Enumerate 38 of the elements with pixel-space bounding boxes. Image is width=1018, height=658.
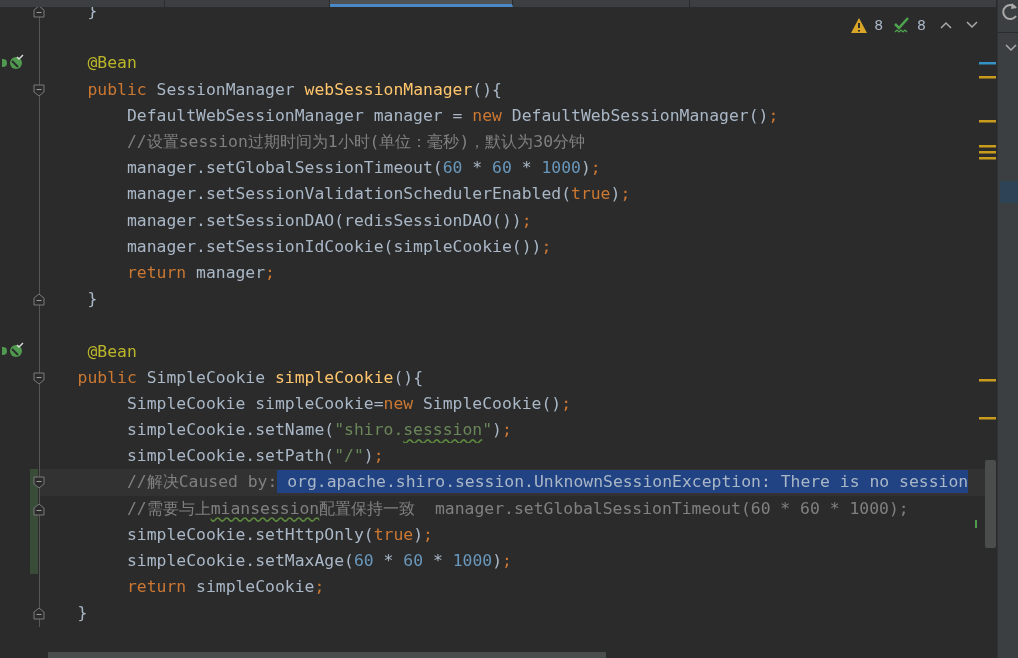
code-line: //解决Caused by: org.apache.shiro.session.UnknownSessionException: There is no session (125, 471, 969, 494)
code-line: DefaultWebSessionManager manager = new DefaultWebSessionManager(); (125, 104, 779, 127)
code-line: @Bean (86, 340, 137, 363)
code-line: manager.setSessionValidationSchedulerEnabled(true); (125, 183, 631, 206)
code-line: return simpleCookie; (125, 576, 325, 599)
code-line: @Bean (86, 52, 137, 75)
code-line: //设置session过期时间为1小时(单位：毫秒)，默认为30分钟 (125, 131, 586, 154)
bean-gutter-icon[interactable] (2, 54, 24, 71)
fold-marker-icon[interactable] (33, 607, 45, 621)
horizontal-scrollbar-thumb[interactable] (48, 652, 606, 658)
code-line: } (86, 288, 98, 311)
code-line: public SessionManager webSessionManager(){ (86, 78, 502, 101)
code-line: simpleCookie.setHttpOnly(true); (125, 523, 433, 546)
code-line: return manager; (125, 261, 275, 284)
code-line: manager.setSessionIdCookie(simpleCookie()); (125, 235, 552, 258)
bean-gutter-icon[interactable] (2, 342, 24, 359)
code-line: SimpleCookie simpleCookie=new SimpleCookie(); (125, 392, 572, 415)
fold-marker-icon[interactable] (33, 83, 45, 97)
code-line: simpleCookie.setMaxAge(60 * 60 * 1000); (125, 550, 512, 573)
code-line: //需要与上miansession配置保持一致 manager.setGlobalSessionTimeout(60 * 60 * 1000); (125, 497, 909, 520)
fold-marker-icon[interactable] (33, 371, 45, 385)
warning-count: 8 (874, 17, 884, 33)
code-line: public SimpleCookie simpleCookie(){ (76, 366, 423, 389)
code-line: } (76, 602, 88, 625)
code-line: manager.setSessionDAO(redisSessionDAO()); (125, 209, 532, 232)
fold-marker-icon[interactable] (33, 476, 45, 490)
code-line: simpleCookie.setName("shiro.sesssion"); (125, 419, 512, 442)
warning-icon[interactable] (850, 16, 869, 34)
chevron-up-icon (940, 21, 952, 29)
check-icon[interactable] (893, 16, 912, 34)
code-line: manager.setGlobalSessionTimeout(60 * 60 * 1000); (125, 157, 601, 180)
fold-marker-icon[interactable] (33, 5, 45, 18)
chevron-down-icon (966, 21, 978, 29)
code-line: simpleCookie.setPath("/"); (125, 445, 384, 468)
weak-warning-count: 8 (917, 17, 926, 33)
fold-marker-icon[interactable] (33, 502, 45, 516)
fold-marker-icon[interactable] (33, 293, 45, 307)
scrollbar-thumb[interactable] (985, 460, 996, 548)
